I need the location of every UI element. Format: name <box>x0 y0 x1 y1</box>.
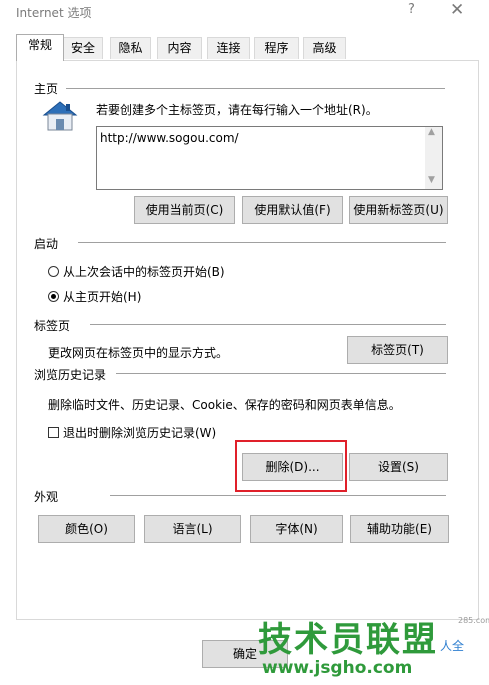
use-current-button[interactable]: 使用当前页(C) <box>134 196 235 224</box>
tab-privacy-label: 隐私 <box>118 41 143 55</box>
radio-home-page[interactable] <box>48 291 59 302</box>
appearance-divider <box>110 495 446 496</box>
homepage-divider <box>66 88 445 89</box>
tabs-button[interactable]: 标签页(T) <box>347 336 448 364</box>
tab-general-label: 常规 <box>27 38 52 52</box>
startup-divider <box>78 242 446 243</box>
scroll-down-icon[interactable]: ▼ <box>428 175 435 185</box>
tabs-description: 更改网页在标签页中的显示方式。 <box>48 346 229 360</box>
homepage-instruction: 若要创建多个主标签页，请在每行输入一个地址(R)。 <box>96 103 378 117</box>
watermark-small-text: 人全 <box>440 639 465 653</box>
homepage-section-title: 主页 <box>34 82 59 96</box>
radio-home-page-label: 从主页开始(H) <box>63 290 142 304</box>
scroll-up-icon[interactable]: ▲ <box>428 127 435 137</box>
tabs-section-title: 标签页 <box>34 319 71 333</box>
tab-general[interactable]: 常规 <box>16 34 64 61</box>
tab-connections-label: 连接 <box>216 41 241 55</box>
tab-advanced-label: 高级 <box>312 41 337 55</box>
tab-content[interactable]: 内容 <box>157 37 202 59</box>
watermark-tiny-text: 285.com <box>458 616 489 625</box>
use-new-tab-button[interactable]: 使用新标签页(U) <box>349 196 448 224</box>
house-icon <box>42 101 78 131</box>
tab-programs[interactable]: 程序 <box>254 37 299 59</box>
radio-last-session[interactable] <box>48 266 59 277</box>
settings-button[interactable]: 设置(S) <box>349 453 448 481</box>
tab-programs-label: 程序 <box>264 41 289 55</box>
watermark-brand: 技术员联盟 <box>258 620 438 660</box>
delete-on-exit-checkbox[interactable] <box>48 427 59 438</box>
homepage-url-text: http://www.sogou.com/ <box>100 131 239 145</box>
highlight-box <box>235 440 347 492</box>
startup-section-title: 启动 <box>34 237 59 251</box>
tab-advanced[interactable]: 高级 <box>303 37 346 59</box>
tab-content-label: 内容 <box>167 41 192 55</box>
radio-last-session-label: 从上次会话中的标签页开始(B) <box>63 265 225 279</box>
history-description: 删除临时文件、历史记录、Cookie、保存的密码和网页表单信息。 <box>48 398 401 412</box>
fonts-button[interactable]: 字体(N) <box>250 515 343 543</box>
watermark-url: www.jsgho.com <box>262 658 413 678</box>
delete-on-exit-label: 退出时删除浏览历史记录(W) <box>63 426 217 440</box>
tab-security[interactable]: 安全 <box>63 37 103 59</box>
colors-button[interactable]: 颜色(O) <box>38 515 135 543</box>
accessibility-button[interactable]: 辅助功能(E) <box>350 515 449 543</box>
radio-selected-dot <box>51 294 56 299</box>
tab-connections[interactable]: 连接 <box>207 37 250 59</box>
languages-button[interactable]: 语言(L) <box>144 515 241 543</box>
close-button[interactable]: ✕ <box>450 0 464 20</box>
appearance-section-title: 外观 <box>34 490 59 504</box>
tab-privacy[interactable]: 隐私 <box>110 37 151 59</box>
history-divider <box>116 373 446 374</box>
history-section-title: 浏览历史记录 <box>34 368 107 382</box>
use-default-button[interactable]: 使用默认值(F) <box>242 196 343 224</box>
tabs-divider <box>90 324 446 325</box>
help-button[interactable]: ? <box>408 2 415 17</box>
window-title: Internet 选项 <box>16 6 92 20</box>
tab-security-label: 安全 <box>70 41 95 55</box>
